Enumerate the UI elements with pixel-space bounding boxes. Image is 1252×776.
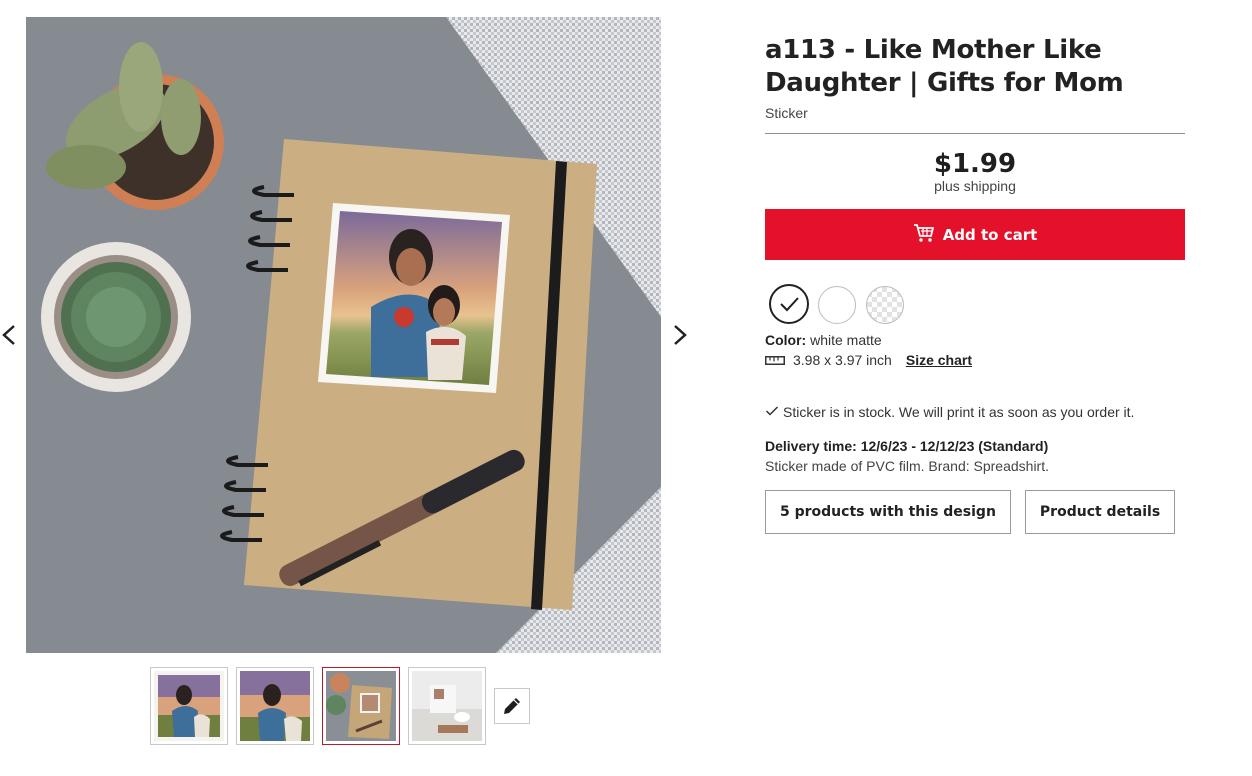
thumbnail-3[interactable] — [322, 667, 400, 745]
price-block: $1.99 plus shipping — [765, 150, 1185, 194]
delivery-label: Delivery time: — [765, 438, 857, 454]
product-title: a113 - Like Mother Like Daughter | Gifts… — [765, 35, 1124, 98]
chevron-right-icon[interactable] — [667, 318, 691, 352]
delivery-time: Delivery time: 12/6/23 - 12/12/23 (Stand… — [765, 438, 1185, 454]
add-to-cart-label: Add to cart — [942, 225, 1038, 244]
color-swatches — [765, 284, 1185, 326]
size-chart-link[interactable]: Size chart — [906, 352, 972, 368]
ruler-icon — [765, 352, 785, 368]
check-icon — [780, 297, 799, 312]
products-with-design-button[interactable]: 5 products with this design — [765, 490, 1011, 534]
product-details-button[interactable]: Product details — [1024, 490, 1176, 534]
thumbnail-image — [412, 671, 482, 741]
material-info: Sticker made of PVC film. Brand: Spreads… — [765, 458, 1049, 474]
color-value: white matte — [810, 332, 882, 348]
product-gallery — [0, 0, 700, 776]
thumbnail-image — [154, 671, 224, 741]
check-icon — [765, 404, 779, 420]
shipping-note: plus shipping — [934, 178, 1016, 194]
cart-icon — [913, 223, 935, 247]
main-product-image — [26, 17, 661, 653]
swatch-white-matte[interactable] — [769, 284, 809, 324]
product-info-panel: a113 - Like Mother Like Daughter | Gifts… — [765, 34, 1185, 534]
color-label: Color: — [765, 332, 807, 348]
stock-status: Sticker is in stock. We will print it as… — [765, 404, 1185, 420]
product-actions: 5 products with this design Product deta… — [765, 490, 1185, 534]
divider — [765, 133, 1185, 134]
add-to-cart-button[interactable]: Add to cart — [765, 209, 1185, 260]
swatch-white[interactable] — [818, 286, 856, 324]
product-type: Sticker — [765, 105, 808, 121]
thumbnail-2[interactable] — [236, 667, 314, 745]
thumbnail-4[interactable] — [408, 667, 486, 745]
delivery-value: 12/6/23 - 12/12/23 (Standard) — [860, 438, 1049, 454]
thumbnail-1[interactable] — [150, 667, 228, 745]
swatch-transparent[interactable] — [866, 286, 904, 324]
size-value: 3.98 x 3.97 inch — [793, 352, 892, 368]
stock-text: Sticker is in stock. We will print it as… — [783, 404, 1135, 420]
product-price: $1.99 — [933, 149, 1017, 179]
thumbnail-image — [240, 671, 310, 741]
chevron-left-icon[interactable] — [0, 318, 24, 352]
pencil-icon[interactable] — [494, 688, 530, 724]
color-info: Color: white matte — [765, 332, 1185, 348]
size-info: 3.98 x 3.97 inch Size chart — [765, 352, 1185, 368]
thumbnail-image — [326, 671, 396, 741]
